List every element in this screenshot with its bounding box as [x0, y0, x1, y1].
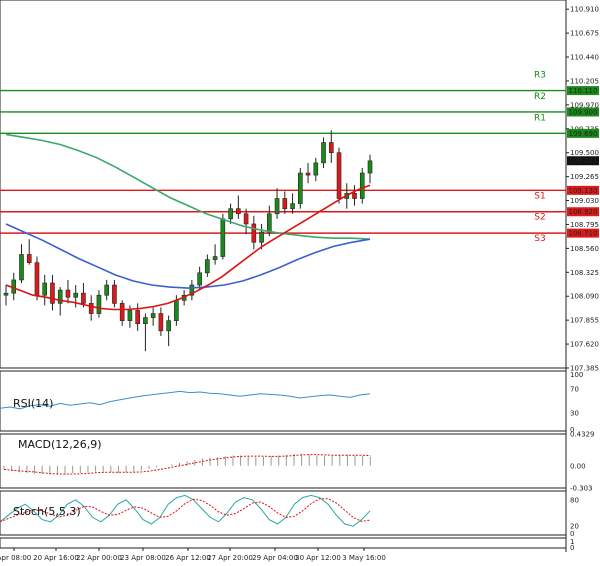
candle-body	[259, 231, 264, 243]
candle-body	[88, 303, 94, 314]
candle-body	[143, 317, 148, 325]
price-tick-label: 110.440	[570, 54, 599, 62]
candle-body	[104, 284, 109, 296]
candle-body	[150, 313, 156, 318]
level-label-s2: S2	[534, 213, 545, 223]
price-tick-label: 108.325	[570, 269, 599, 277]
current-price-text: 109.421	[569, 157, 598, 165]
candle-body	[321, 142, 326, 164]
level-tag-text-r3: 110.110	[569, 87, 598, 95]
candle-body	[50, 282, 55, 304]
bottom-panel-frame	[0, 537, 567, 549]
candle-body	[251, 223, 257, 243]
candle-body	[3, 292, 9, 296]
candle-body	[297, 172, 303, 204]
rsi-tick-label: 70	[570, 386, 579, 394]
candle-body	[228, 208, 233, 220]
level-label-r3: R3	[534, 71, 546, 81]
candle-body	[81, 292, 86, 304]
candle-body	[96, 294, 102, 314]
candle-body	[26, 254, 32, 263]
candle-body	[135, 310, 140, 325]
rsi-tick-label: 30	[570, 410, 579, 418]
stoch-label: Stoch(5,5,3)	[13, 505, 81, 518]
macd-tick-label: -0.303	[570, 485, 593, 493]
price-tick-label: 110.205	[570, 77, 599, 85]
x-tick-label: 26 Apr 12:00	[165, 554, 211, 562]
price-panel-frame	[0, 0, 567, 369]
x-tick-label: 29 Apr 04:00	[252, 554, 298, 562]
candle-body	[305, 172, 311, 176]
candle-body	[267, 213, 272, 233]
price-tick-label: 107.620	[570, 341, 599, 349]
candle-body	[236, 208, 241, 215]
candle-body	[112, 284, 117, 304]
price-tick-label: 109.030	[570, 197, 599, 205]
chart-canvas: 110.910110.675110.440110.205109.970109.7…	[0, 0, 599, 562]
x-tick-label: Apr 08:00	[0, 554, 31, 562]
candle-body	[174, 300, 179, 321]
candle-body	[336, 152, 342, 199]
rsi-panel-frame	[0, 370, 567, 432]
macd-label: MACD(12,26,9)	[18, 438, 102, 451]
level-tag-text-r2: 109.900	[569, 108, 598, 116]
price-tick-label: 110.910	[570, 6, 599, 14]
candle-body	[282, 198, 288, 209]
x-tick-label: 27 Apr 20:00	[207, 554, 253, 562]
candle-body	[127, 310, 133, 321]
x-tick-label: 30 Apr 12:00	[295, 554, 341, 562]
x-tick-label: 20 Apr 16:00	[33, 554, 79, 562]
candle-body	[328, 142, 334, 153]
candle-body	[290, 203, 295, 209]
level-tag-text-s1: 109.130	[569, 187, 598, 195]
candle-body	[313, 162, 319, 176]
rsi-tick-label: 100	[570, 371, 583, 379]
candle-body	[166, 320, 171, 332]
price-tick-label: 110.675	[570, 30, 599, 38]
candle-body	[205, 259, 210, 274]
level-tag-text-s2: 108.920	[569, 208, 598, 216]
macd-tick-label: 0.00	[570, 462, 586, 470]
candle-body	[65, 289, 71, 298]
price-tick-label: 108.795	[570, 221, 599, 229]
bottom-tick-label: 0	[570, 544, 574, 552]
candle-body	[119, 303, 125, 321]
level-label-r1: R1	[534, 113, 546, 123]
candle-body	[158, 313, 164, 332]
candle-body	[220, 218, 226, 257]
price-tick-label: 108.560	[570, 245, 599, 253]
price-tick-label: 109.500	[570, 149, 599, 157]
level-label-s3: S3	[534, 234, 545, 244]
price-tick-label: 109.265	[570, 173, 599, 181]
stoch-tick-label: 80	[570, 496, 579, 504]
x-tick-label: 22 Apr 00:00	[76, 554, 122, 562]
level-tag-text-s3: 108.710	[569, 230, 598, 238]
stoch-panel-frame	[0, 490, 567, 536]
price-tick-label: 108.090	[570, 293, 599, 301]
level-label-r2: R2	[534, 92, 546, 102]
candle-body	[367, 160, 373, 174]
candle-body	[197, 272, 202, 286]
x-tick-label: 23 Apr 08:00	[120, 554, 166, 562]
candle-body	[34, 262, 40, 296]
candle-body	[19, 254, 24, 281]
candle-body	[212, 256, 218, 260]
candle-body	[57, 289, 63, 304]
candle-body	[359, 172, 365, 199]
price-tick-label: 107.855	[570, 317, 599, 325]
rsi-label: RSI(14)	[13, 397, 53, 410]
stoch-tick-label: 0	[570, 530, 574, 538]
level-label-s1: S1	[534, 191, 545, 201]
candle-body	[243, 213, 249, 225]
candle-body	[42, 282, 48, 296]
candle-body	[73, 292, 79, 298]
x-tick-label: 3 May 16:00	[342, 554, 386, 562]
macd-tick-label: 0.4329	[570, 431, 595, 439]
candle-body	[274, 198, 280, 215]
candle-body	[352, 193, 357, 199]
level-tag-text-r1: 109.690	[569, 130, 598, 138]
